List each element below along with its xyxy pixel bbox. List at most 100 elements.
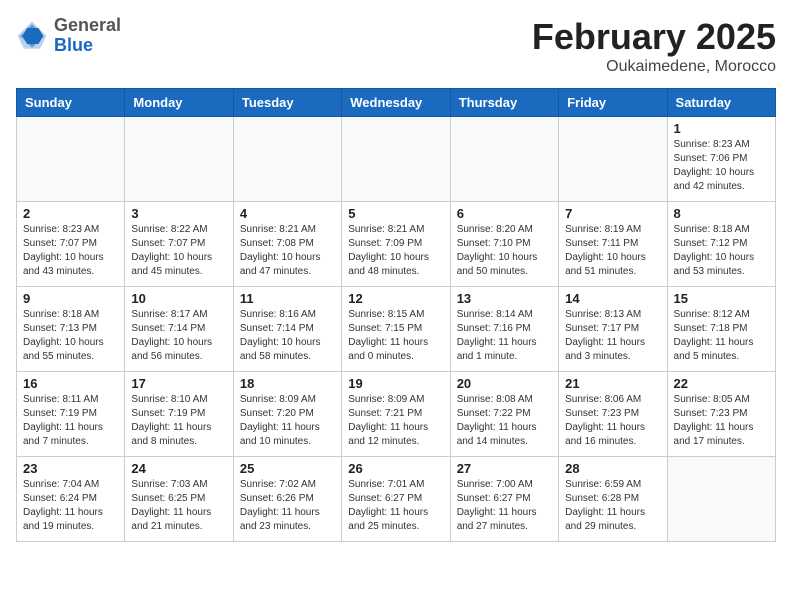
calendar-week-row: 1 Sunrise: 8:23 AM Sunset: 7:06 PM Daylig… xyxy=(17,117,776,202)
calendar-header-tuesday: Tuesday xyxy=(233,89,341,117)
day-info: Sunrise: 8:20 AM Sunset: 7:10 PM Dayligh… xyxy=(457,223,552,279)
day-number: 16 xyxy=(23,376,118,391)
calendar-cell: 12 Sunrise: 8:15 AM Sunset: 7:15 PM Dayli… xyxy=(342,287,450,372)
day-info: Sunrise: 8:21 AM Sunset: 7:09 PM Dayligh… xyxy=(348,223,443,279)
day-info: Sunrise: 8:13 AM Sunset: 7:17 PM Dayligh… xyxy=(565,308,660,364)
day-info: Sunrise: 8:22 AM Sunset: 7:07 PM Dayligh… xyxy=(131,223,226,279)
calendar-header-sunday: Sunday xyxy=(17,89,125,117)
title-block: February 2025 Oukaimedene, Morocco xyxy=(532,16,776,76)
calendar-cell: 13 Sunrise: 8:14 AM Sunset: 7:16 PM Dayli… xyxy=(450,287,558,372)
month-title: February 2025 xyxy=(532,16,776,58)
day-number: 15 xyxy=(674,291,769,306)
day-info: Sunrise: 8:09 AM Sunset: 7:20 PM Dayligh… xyxy=(240,393,335,449)
calendar-cell xyxy=(125,117,233,202)
calendar-cell: 3 Sunrise: 8:22 AM Sunset: 7:07 PM Daylig… xyxy=(125,202,233,287)
logo-general-text: General xyxy=(54,16,121,36)
calendar-cell xyxy=(233,117,341,202)
calendar-week-row: 23 Sunrise: 7:04 AM Sunset: 6:24 PM Dayli… xyxy=(17,457,776,542)
day-number: 24 xyxy=(131,461,226,476)
day-info: Sunrise: 8:15 AM Sunset: 7:15 PM Dayligh… xyxy=(348,308,443,364)
calendar-cell xyxy=(17,117,125,202)
day-info: Sunrise: 8:23 AM Sunset: 7:06 PM Dayligh… xyxy=(674,138,769,194)
calendar-cell: 8 Sunrise: 8:18 AM Sunset: 7:12 PM Daylig… xyxy=(667,202,775,287)
calendar-cell xyxy=(450,117,558,202)
day-info: Sunrise: 6:59 AM Sunset: 6:28 PM Dayligh… xyxy=(565,478,660,534)
calendar-cell: 4Sunrise: 8:21 AM Sunset: 7:08 PM Daylig… xyxy=(233,202,341,287)
day-info: Sunrise: 8:23 AM Sunset: 7:07 PM Dayligh… xyxy=(23,223,118,279)
day-number: 12 xyxy=(348,291,443,306)
day-info: Sunrise: 8:18 AM Sunset: 7:12 PM Dayligh… xyxy=(674,223,769,279)
day-number: 11 xyxy=(240,291,335,306)
calendar-cell: 2Sunrise: 8:23 AM Sunset: 7:07 PM Daylig… xyxy=(17,202,125,287)
day-info: Sunrise: 7:00 AM Sunset: 6:27 PM Dayligh… xyxy=(457,478,552,534)
day-info: Sunrise: 8:10 AM Sunset: 7:19 PM Dayligh… xyxy=(131,393,226,449)
day-info: Sunrise: 8:17 AM Sunset: 7:14 PM Dayligh… xyxy=(131,308,226,364)
calendar-header-row: SundayMondayTuesdayWednesdayThursdayFrid… xyxy=(17,89,776,117)
day-info: Sunrise: 8:08 AM Sunset: 7:22 PM Dayligh… xyxy=(457,393,552,449)
day-number: 21 xyxy=(565,376,660,391)
day-info: Sunrise: 7:02 AM Sunset: 6:26 PM Dayligh… xyxy=(240,478,335,534)
calendar-week-row: 9 Sunrise: 8:18 AM Sunset: 7:13 PM Daylig… xyxy=(17,287,776,372)
calendar-cell: 7 Sunrise: 8:19 AM Sunset: 7:11 PM Daylig… xyxy=(559,202,667,287)
day-info: Sunrise: 7:04 AM Sunset: 6:24 PM Dayligh… xyxy=(23,478,118,534)
calendar-cell xyxy=(667,457,775,542)
day-number: 14 xyxy=(565,291,660,306)
calendar-cell: 5 Sunrise: 8:21 AM Sunset: 7:09 PM Daylig… xyxy=(342,202,450,287)
calendar-week-row: 2Sunrise: 8:23 AM Sunset: 7:07 PM Daylig… xyxy=(17,202,776,287)
day-info: Sunrise: 8:11 AM Sunset: 7:19 PM Dayligh… xyxy=(23,393,118,449)
day-number: 18 xyxy=(240,376,335,391)
calendar-cell: 26 Sunrise: 7:01 AM Sunset: 6:27 PM Dayli… xyxy=(342,457,450,542)
day-number: 4 xyxy=(240,206,335,221)
day-info: Sunrise: 8:16 AM Sunset: 7:14 PM Dayligh… xyxy=(240,308,335,364)
day-info: Sunrise: 7:01 AM Sunset: 6:27 PM Dayligh… xyxy=(348,478,443,534)
day-number: 20 xyxy=(457,376,552,391)
day-info: Sunrise: 8:05 AM Sunset: 7:23 PM Dayligh… xyxy=(674,393,769,449)
day-info: Sunrise: 8:06 AM Sunset: 7:23 PM Dayligh… xyxy=(565,393,660,449)
logo: General Blue xyxy=(16,16,121,56)
calendar-cell xyxy=(342,117,450,202)
day-number: 26 xyxy=(348,461,443,476)
calendar-header-thursday: Thursday xyxy=(450,89,558,117)
calendar-header-friday: Friday xyxy=(559,89,667,117)
calendar-table: SundayMondayTuesdayWednesdayThursdayFrid… xyxy=(16,88,776,542)
day-number: 22 xyxy=(674,376,769,391)
location-text: Oukaimedene, Morocco xyxy=(532,58,776,76)
day-number: 3 xyxy=(131,206,226,221)
day-number: 7 xyxy=(565,206,660,221)
calendar-cell: 24Sunrise: 7:03 AM Sunset: 6:25 PM Dayli… xyxy=(125,457,233,542)
logo-icon xyxy=(16,20,48,52)
calendar-cell: 25 Sunrise: 7:02 AM Sunset: 6:26 PM Dayli… xyxy=(233,457,341,542)
calendar-header-wednesday: Wednesday xyxy=(342,89,450,117)
calendar-cell xyxy=(559,117,667,202)
calendar-cell: 28Sunrise: 6:59 AM Sunset: 6:28 PM Dayli… xyxy=(559,457,667,542)
day-number: 19 xyxy=(348,376,443,391)
day-info: Sunrise: 8:12 AM Sunset: 7:18 PM Dayligh… xyxy=(674,308,769,364)
logo-text: General Blue xyxy=(54,16,121,56)
calendar-cell: 27 Sunrise: 7:00 AM Sunset: 6:27 PM Dayli… xyxy=(450,457,558,542)
calendar-cell: 20 Sunrise: 8:08 AM Sunset: 7:22 PM Dayli… xyxy=(450,372,558,457)
calendar-cell: 22 Sunrise: 8:05 AM Sunset: 7:23 PM Dayli… xyxy=(667,372,775,457)
day-number: 13 xyxy=(457,291,552,306)
day-number: 10 xyxy=(131,291,226,306)
day-number: 6 xyxy=(457,206,552,221)
day-number: 5 xyxy=(348,206,443,221)
day-number: 27 xyxy=(457,461,552,476)
day-number: 25 xyxy=(240,461,335,476)
day-number: 17 xyxy=(131,376,226,391)
calendar-cell: 18 Sunrise: 8:09 AM Sunset: 7:20 PM Dayli… xyxy=(233,372,341,457)
calendar-cell: 11 Sunrise: 8:16 AM Sunset: 7:14 PM Dayli… xyxy=(233,287,341,372)
day-info: Sunrise: 8:18 AM Sunset: 7:13 PM Dayligh… xyxy=(23,308,118,364)
day-number: 8 xyxy=(674,206,769,221)
day-info: Sunrise: 8:19 AM Sunset: 7:11 PM Dayligh… xyxy=(565,223,660,279)
calendar-cell: 6 Sunrise: 8:20 AM Sunset: 7:10 PM Daylig… xyxy=(450,202,558,287)
page-header: General Blue February 2025 Oukaimedene, … xyxy=(16,16,776,76)
calendar-cell: 21 Sunrise: 8:06 AM Sunset: 7:23 PM Dayli… xyxy=(559,372,667,457)
calendar-header-saturday: Saturday xyxy=(667,89,775,117)
calendar-week-row: 16 Sunrise: 8:11 AM Sunset: 7:19 PM Dayli… xyxy=(17,372,776,457)
day-info: Sunrise: 8:14 AM Sunset: 7:16 PM Dayligh… xyxy=(457,308,552,364)
day-info: Sunrise: 8:09 AM Sunset: 7:21 PM Dayligh… xyxy=(348,393,443,449)
calendar-cell: 16 Sunrise: 8:11 AM Sunset: 7:19 PM Dayli… xyxy=(17,372,125,457)
day-number: 1 xyxy=(674,121,769,136)
day-number: 23 xyxy=(23,461,118,476)
day-number: 9 xyxy=(23,291,118,306)
